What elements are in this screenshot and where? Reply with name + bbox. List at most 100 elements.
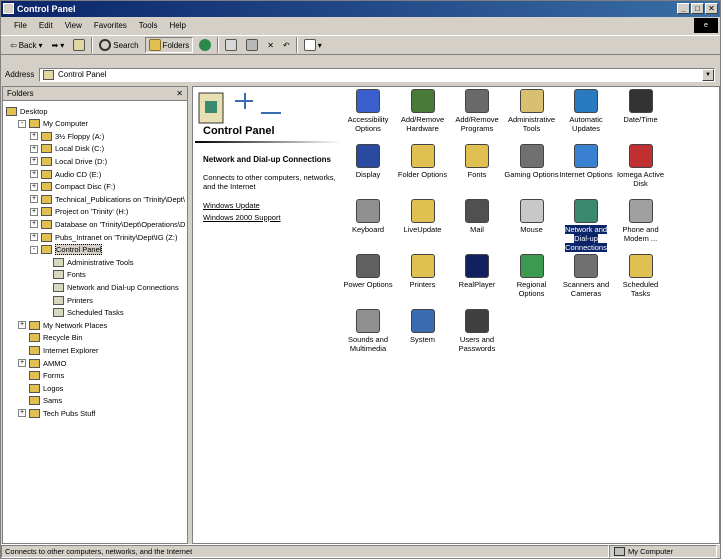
control-panel-item[interactable]: Users and Passwords [449,309,505,353]
minimize-button[interactable]: _ [677,3,690,14]
expand-toggle-icon[interactable]: + [30,170,38,178]
menu-view[interactable]: View [60,19,87,33]
control-panel-item[interactable]: Keyboard [340,199,396,234]
control-panel-item[interactable]: Accessibility Options [340,89,396,133]
address-field[interactable]: Control Panel ▼ [39,67,715,82]
control-panel-item[interactable]: Administrative Tools [504,89,560,133]
expand-toggle-icon[interactable]: + [30,157,38,166]
collapse-toggle-icon[interactable]: - [18,119,26,128]
control-panel-item[interactable]: Power Options [340,254,396,289]
control-panel-item[interactable]: Printers [395,254,451,289]
control-panel-item[interactable]: Date/Time [613,89,669,124]
tree-item[interactable]: + Local Disk (C:) [30,143,104,155]
expand-toggle-icon[interactable]: + [30,233,38,241]
control-panel-item[interactable]: Internet Options [558,144,614,179]
control-panel-item[interactable]: LiveUpdate [395,199,451,234]
move-to-button[interactable] [222,37,240,53]
tree-item[interactable]: + Compact Disc (F:) [30,181,115,193]
control-panel-item[interactable]: Scheduled Tasks [613,254,669,298]
close-button[interactable]: ✕ [705,3,718,14]
windows-2000-support-link[interactable]: Windows 2000 Support [203,213,281,222]
folders-button[interactable]: Folders [144,37,194,53]
control-panel-item[interactable]: System [395,309,451,344]
title-bar[interactable]: Control Panel _ □ ✕ [1,1,720,17]
expand-toggle-icon[interactable]: + [30,182,38,191]
expand-toggle-icon[interactable]: + [18,409,26,418]
expand-toggle-icon[interactable]: + [18,321,26,330]
expand-toggle-icon[interactable]: + [30,144,38,153]
tree-item[interactable]: Internet Explorer [18,344,98,356]
menu-favorites[interactable]: Favorites [89,19,132,33]
expand-toggle-icon[interactable]: + [18,359,26,367]
history-button[interactable] [196,37,214,53]
control-panel-item[interactable]: Folder Options [395,144,451,179]
control-panel-item[interactable]: Phone and Modem ... [613,199,669,243]
tree-item-label: Printers [67,295,93,305]
control-panel-item[interactable]: Automatic Updates [558,89,614,133]
address-dropdown-button[interactable]: ▼ [702,68,714,81]
maximize-button[interactable]: □ [691,3,704,14]
tree-item[interactable]: Printers [42,294,93,306]
expand-toggle-icon[interactable]: + [30,207,38,216]
control-panel-item[interactable]: Mouse [504,199,560,234]
undo-button[interactable]: ↶ [280,37,293,53]
control-panel-item[interactable]: Iomega Active Disk [613,144,669,188]
tree-item[interactable]: + Local Drive (D:) [30,155,107,167]
tree-item[interactable]: + Pubs_Intranet on 'Trinity\Dept\IG (Z:) [30,231,177,243]
search-button[interactable]: Search [96,37,141,53]
tree-item[interactable]: + Database on 'Trinity\Dept\Operations\D [30,218,185,230]
tree-item[interactable]: Desktop [6,105,48,117]
tree-item[interactable]: Logos [18,382,63,394]
tree-item[interactable]: + Project on 'Trinity' (H:) [30,206,128,218]
tree-item[interactable]: - Control Panel [30,244,103,256]
tree-item[interactable]: Forms [18,370,64,382]
tree-item[interactable]: Scheduled Tasks [42,307,124,319]
tree-item[interactable]: + Technical_Publications on 'Trinity\Dept… [30,193,185,205]
tree-item[interactable]: Recycle Bin [18,332,83,344]
up-button[interactable] [70,37,88,53]
menu-help[interactable]: Help [164,19,190,33]
back-button[interactable]: ⇦ Back ▾ [7,37,46,53]
folder-icon [41,194,52,204]
collapse-toggle-icon[interactable]: - [30,245,38,254]
expand-toggle-icon[interactable]: + [30,195,38,204]
control-panel-item[interactable]: Sounds and Multimedia [340,309,396,353]
views-button[interactable]: ▾ [301,37,325,53]
status-zone: My Computer [609,545,717,558]
menu-tools[interactable]: Tools [134,19,163,33]
control-panel-item[interactable]: Mail [449,199,505,234]
control-panel-item[interactable]: Fonts [449,144,505,179]
control-panel-item[interactable]: Add/Remove Programs [449,89,505,133]
folders-pane-close-button[interactable]: ✕ [176,89,183,98]
control-panel-item[interactable]: RealPlayer [449,254,505,289]
address-value: Control Panel [58,70,107,79]
copy-to-button[interactable] [243,37,261,53]
menu-file[interactable]: File [9,19,32,33]
expand-toggle-icon[interactable]: + [30,132,38,141]
tree-item[interactable]: Fonts [42,269,86,281]
expand-toggle-icon[interactable]: + [30,220,38,229]
tree-item[interactable]: +3½ Floppy (A:) [30,130,104,142]
menu-edit[interactable]: Edit [34,19,58,33]
tree-item[interactable]: Administrative Tools [42,256,134,268]
control-panel-item[interactable]: Scanners and Cameras [558,254,614,298]
tree-item-label: Logos [43,383,64,393]
control-panel-item[interactable]: Regional Options [504,254,560,298]
control-panel-item[interactable]: Display [340,144,396,179]
tree-item[interactable]: + AMMO [18,357,66,369]
tree-item[interactable]: - My Computer [18,118,88,130]
tree-item[interactable]: + Audio CD (E:) [30,168,101,180]
control-panel-item[interactable]: Gaming Options [504,144,560,179]
tree-item[interactable]: + Tech Pubs Stuff [18,407,95,419]
tree-item[interactable]: Sams [18,395,62,407]
tree-item[interactable]: Network and Dial-up Connections [42,281,179,293]
applet-icon [628,144,653,168]
windows-update-link[interactable]: Windows Update [203,201,260,210]
control-panel-item[interactable]: Network and Dial-up Connections [558,199,614,252]
delete-button[interactable]: ✕ [264,37,277,53]
forward-button[interactable]: ➡ ▾ [49,37,68,53]
tree-item-label: Administrative Tools [67,257,134,267]
tree-item[interactable]: + My Network Places [18,319,107,331]
control-panel-item[interactable]: Add/Remove Hardware [395,89,451,133]
control-panel-app-icon[interactable] [3,3,14,14]
